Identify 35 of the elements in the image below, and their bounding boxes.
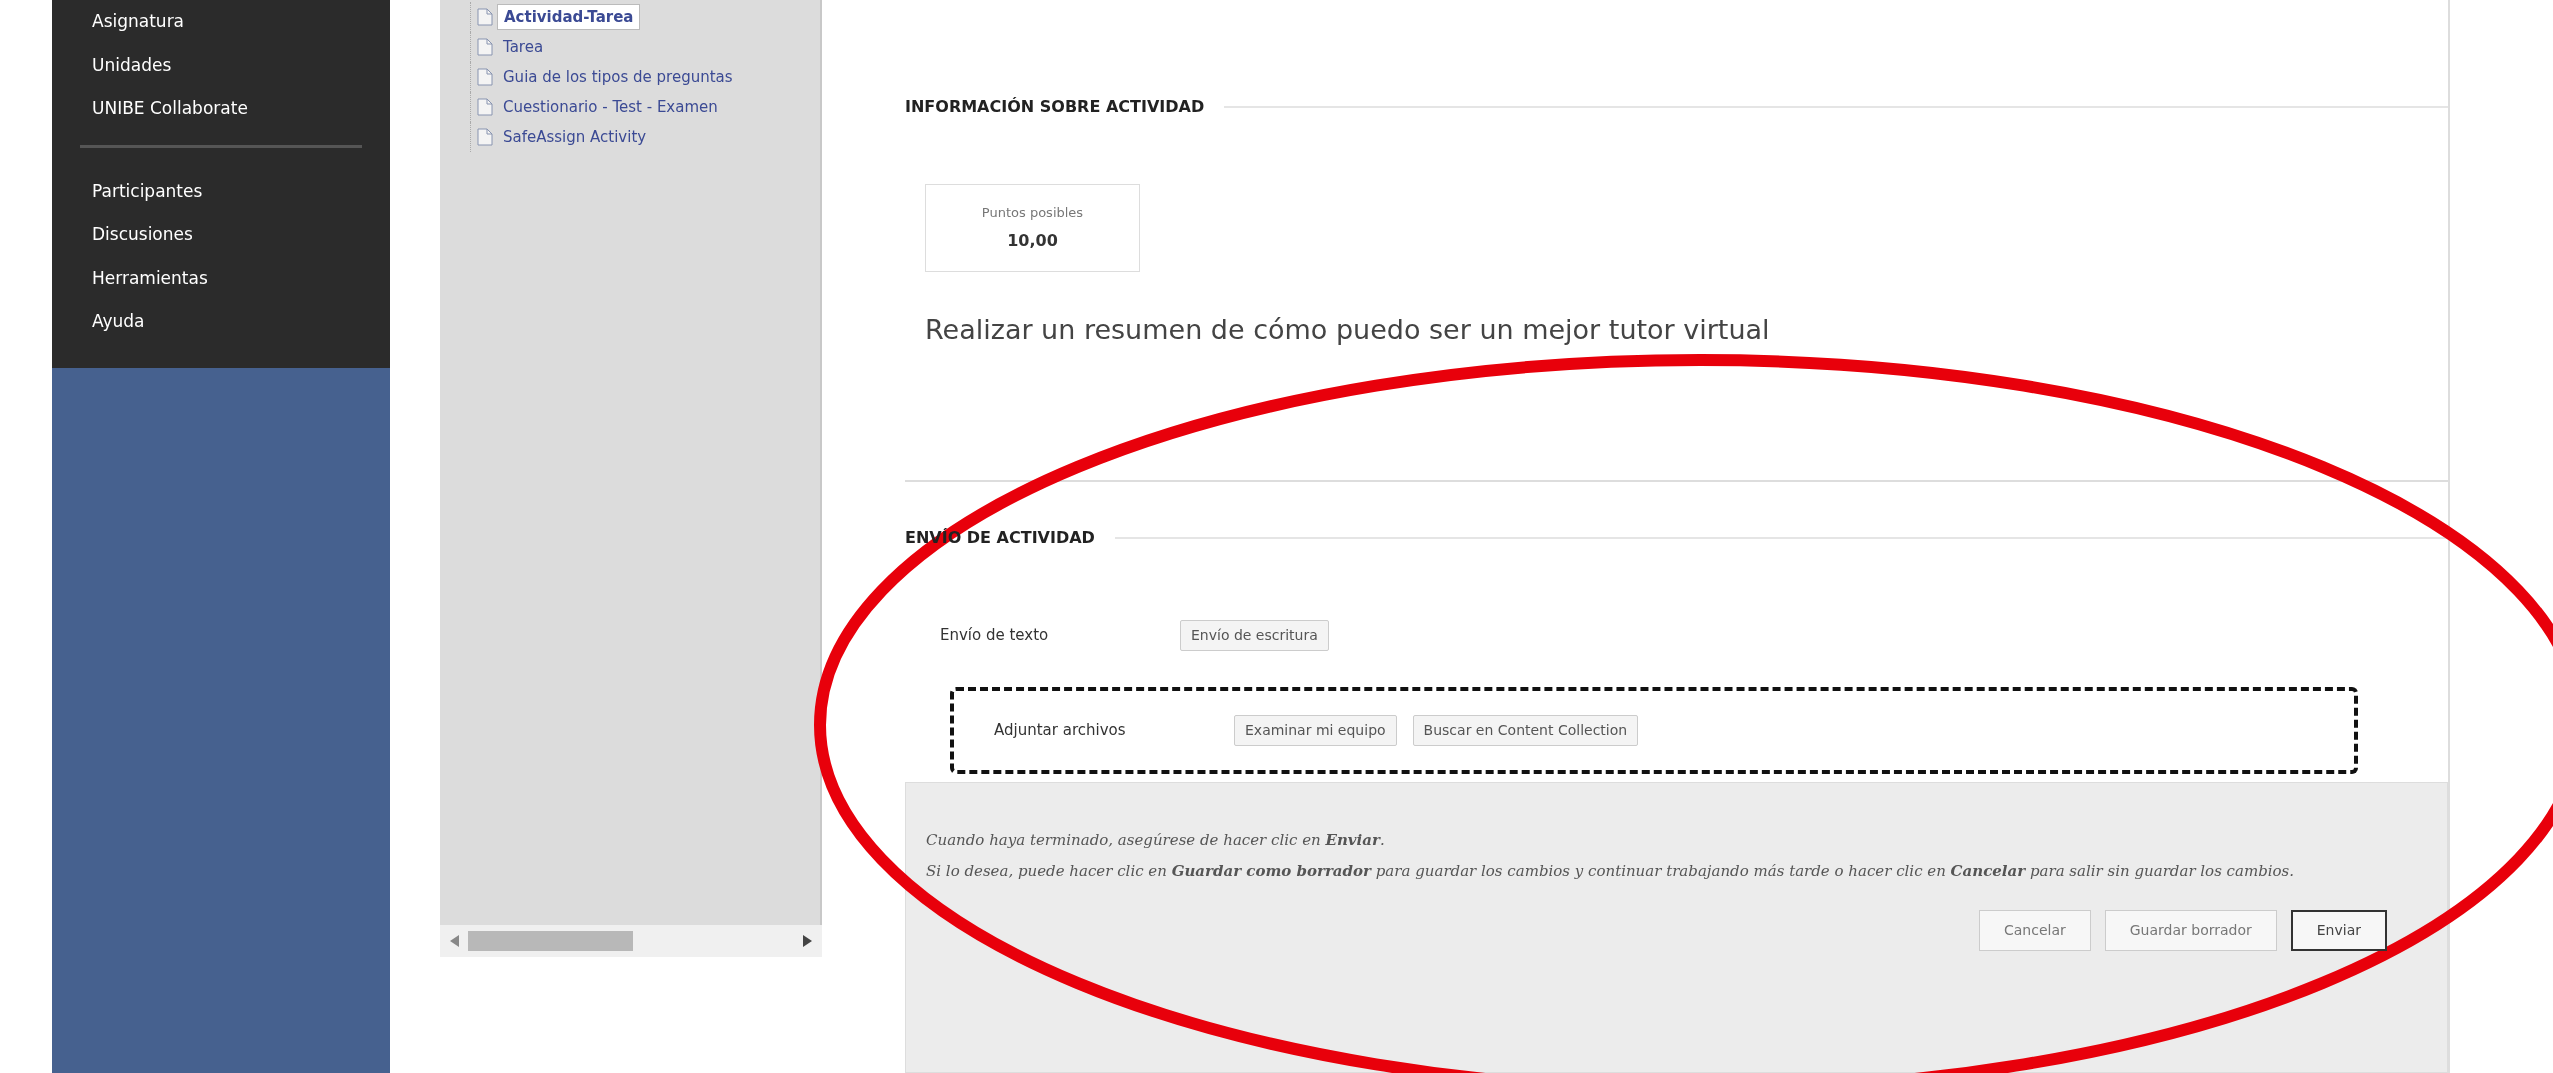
instruction-text: Si lo desea, puede hacer clic en Guardar como borrador para guardar los cambios y continuar trabajando más tarde o hacer clic en Cancelar para salir sin guardar los cambios. (926, 860, 2296, 882)
points-label: Puntos posibles (980, 204, 1085, 222)
sidebar-link[interactable]: Ayuda (52, 300, 390, 344)
sidebar-link[interactable]: UNIBE Collaborate (52, 87, 390, 131)
section-heading: INFORMACIÓN SOBRE ACTIVIDAD (905, 96, 1205, 118)
tree-item-link[interactable]: Guia de los tipos de preguntas (497, 64, 739, 90)
field-label: Adjuntar archivos (994, 720, 1127, 742)
activity-description: Realizar un resumen de cómo puedo ser un mejor tutor virtual (925, 312, 1771, 347)
scrollbar-thumb[interactable] (468, 931, 633, 951)
document-icon (477, 128, 493, 146)
form-button[interactable]: Examinar mi equipo (1234, 715, 1397, 746)
sidebar-link[interactable]: Discusiones (52, 213, 390, 257)
scroll-right-icon[interactable] (802, 935, 812, 947)
tree-item-link[interactable]: Cuestionario - Test - Examen (497, 94, 724, 120)
sidebar-link[interactable]: Participantes (52, 169, 390, 213)
document-icon (477, 68, 493, 86)
document-icon (477, 38, 493, 56)
tree-item-link[interactable]: SafeAssign Activity (497, 124, 653, 150)
tree-item-link[interactable]: Actividad-Tarea (497, 3, 641, 31)
sidebar-link[interactable]: Herramientas (52, 256, 390, 300)
form-button[interactable]: Envío de escritura (1180, 620, 1329, 651)
document-icon (477, 8, 493, 26)
sidebar-link[interactable]: Asignatura (52, 0, 390, 44)
document-icon (477, 98, 493, 116)
instruction-text: Cuando haya terminado, asegúrese de hacer clic en Enviar. (926, 830, 1386, 851)
form-button[interactable]: Guardar borrador (2104, 910, 2277, 951)
points-value: 10,00 (1006, 229, 1059, 252)
form-button[interactable]: Cancelar (1979, 910, 2091, 951)
sidebar-link[interactable]: Unidades (52, 43, 390, 87)
field-label: Envío de texto (940, 625, 1050, 647)
submit-button[interactable]: Enviar (2290, 910, 2387, 951)
form-button[interactable]: Buscar en Content Collection (1412, 715, 1639, 746)
scroll-left-icon[interactable] (450, 935, 460, 947)
tree-item-link[interactable]: Tarea (497, 34, 550, 60)
horizontal-scrollbar[interactable] (440, 925, 822, 957)
